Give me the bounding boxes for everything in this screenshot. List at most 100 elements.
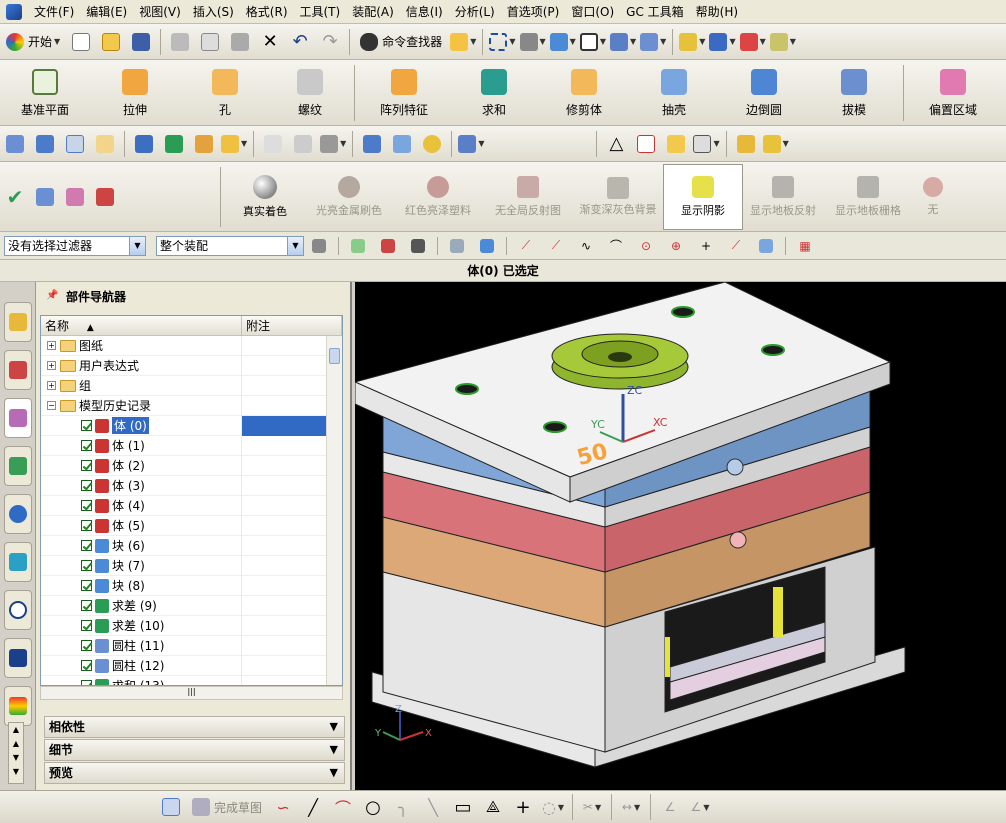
menu-file[interactable]: 文件(F) bbox=[28, 1, 80, 23]
visibility-checkbox[interactable] bbox=[81, 600, 92, 611]
assembly-tool-5[interactable] bbox=[131, 130, 157, 158]
cut-button[interactable] bbox=[167, 28, 193, 56]
studio-spline-button[interactable]: ◌ ▼ bbox=[540, 793, 566, 821]
assembly-tool-7[interactable] bbox=[191, 130, 217, 158]
panel-scroll-buttons[interactable]: ▲ ▲ ▼ ▼ bbox=[8, 722, 24, 784]
web-browser-tab[interactable] bbox=[4, 542, 32, 582]
history-row[interactable]: 块 (6) bbox=[41, 535, 342, 556]
snap-center[interactable]: ⊙ bbox=[633, 232, 659, 260]
circle-button[interactable]: ○ bbox=[360, 793, 386, 821]
assembly-tool-4[interactable] bbox=[92, 130, 118, 158]
menu-assembly[interactable]: 装配(A) bbox=[346, 1, 400, 23]
mold-tool-2[interactable]: ▼ bbox=[762, 130, 789, 158]
render-none[interactable]: 无 bbox=[913, 164, 953, 230]
analysis-button[interactable]: ▼ bbox=[679, 28, 705, 56]
auto-constraint-button[interactable]: ∠ ▼ bbox=[687, 793, 713, 821]
sketch-button[interactable] bbox=[158, 793, 184, 821]
filter-tool-4[interactable] bbox=[405, 232, 431, 260]
wcs-button[interactable]: ▼ bbox=[640, 28, 666, 56]
line-button[interactable]: ╱ bbox=[300, 793, 326, 821]
menu-format[interactable]: 格式(R) bbox=[240, 1, 294, 23]
visibility-checkbox[interactable] bbox=[81, 540, 92, 551]
profile-button[interactable]: ∽ bbox=[270, 793, 296, 821]
check-tool-button[interactable]: ✔ bbox=[2, 183, 28, 211]
chamfer-button[interactable]: ╲ bbox=[420, 793, 446, 821]
history-row[interactable]: 求差 (9) bbox=[41, 595, 342, 616]
scroll-thumb[interactable] bbox=[329, 348, 340, 364]
command-finder-button[interactable]: 命令查找器 bbox=[356, 28, 446, 56]
filter-tool-2[interactable] bbox=[345, 232, 371, 260]
unite-button[interactable]: 求和 bbox=[449, 62, 539, 124]
system-materials-tab[interactable] bbox=[4, 638, 32, 678]
background-button[interactable]: ▼ bbox=[579, 28, 606, 56]
menu-window[interactable]: 窗口(O) bbox=[565, 1, 620, 23]
graphics-window[interactable]: 50 ZC XC YC Z X Y bbox=[355, 282, 1006, 790]
menu-edit[interactable]: 编辑(E) bbox=[80, 1, 133, 23]
fit-view-button[interactable]: ▼ bbox=[489, 28, 516, 56]
assembly-tool-13[interactable] bbox=[389, 130, 415, 158]
preview-panel[interactable]: 预览 ▼ bbox=[44, 762, 345, 784]
thread-button[interactable]: 螺纹 bbox=[270, 62, 350, 124]
menu-info[interactable]: 信息(I) bbox=[400, 1, 449, 23]
filter-tool-3[interactable] bbox=[375, 232, 401, 260]
menu-help[interactable]: 帮助(H) bbox=[690, 1, 744, 23]
visibility-checkbox[interactable] bbox=[81, 580, 92, 591]
assembly-tool-2[interactable] bbox=[32, 130, 58, 158]
selection-tool-button[interactable]: ▼ bbox=[450, 28, 476, 56]
filter-tool-6[interactable] bbox=[474, 232, 500, 260]
render-true-shading[interactable]: 真实着色 bbox=[225, 164, 305, 230]
delete-button[interactable]: ✕ bbox=[257, 28, 283, 56]
menu-insert[interactable]: 插入(S) bbox=[187, 1, 240, 23]
constraint-button[interactable]: ∠ bbox=[657, 793, 683, 821]
history-row[interactable]: 体 (1) bbox=[41, 435, 342, 456]
assembly-tool-3[interactable] bbox=[62, 130, 88, 158]
copy-button[interactable] bbox=[197, 28, 223, 56]
menu-view[interactable]: 视图(V) bbox=[133, 1, 187, 23]
mold-tool-1[interactable] bbox=[733, 130, 759, 158]
menu-preferences[interactable]: 首选项(P) bbox=[501, 1, 566, 23]
visibility-checkbox[interactable] bbox=[81, 520, 92, 531]
expand-toggle-icon[interactable]: − bbox=[47, 401, 56, 410]
expand-toggle-icon[interactable]: + bbox=[47, 381, 56, 390]
history-row[interactable]: 块 (8) bbox=[41, 575, 342, 596]
history-row[interactable]: 体 (5) bbox=[41, 515, 342, 536]
tree-folder-row[interactable]: + 组 bbox=[41, 375, 342, 396]
tree-vertical-scrollbar[interactable] bbox=[326, 336, 342, 685]
datum-plane-button[interactable]: 基准平面 bbox=[0, 62, 90, 124]
visibility-checkbox[interactable] bbox=[81, 640, 92, 651]
list-tool-button[interactable] bbox=[62, 183, 88, 211]
render-red-plastic[interactable]: 红色亮泽塑料 bbox=[393, 164, 483, 230]
dependencies-panel[interactable]: 相依性 ▼ bbox=[44, 716, 345, 738]
orient-tool-button[interactable] bbox=[92, 183, 118, 211]
extrude-button[interactable]: 拉伸 bbox=[90, 62, 180, 124]
trim-body-button[interactable]: 修剪体 bbox=[539, 62, 629, 124]
visibility-checkbox[interactable] bbox=[81, 620, 92, 631]
filter-tool-5[interactable] bbox=[444, 232, 470, 260]
visibility-checkbox[interactable] bbox=[81, 460, 92, 471]
tree-horizontal-scrollbar[interactable]: ||| bbox=[40, 686, 343, 700]
note-tool-button[interactable] bbox=[663, 130, 689, 158]
snap-tangent[interactable]: ⟋ bbox=[723, 232, 749, 260]
hole-button[interactable]: 孔 bbox=[180, 62, 270, 124]
assembly-tool-1[interactable] bbox=[2, 130, 28, 158]
assembly-navigator-tab[interactable] bbox=[4, 302, 32, 342]
assembly-tool-14[interactable] bbox=[419, 130, 445, 158]
reuse-library-tab[interactable] bbox=[4, 446, 32, 486]
snap-face[interactable] bbox=[753, 232, 779, 260]
assembly-tool-9[interactable] bbox=[260, 130, 286, 158]
render-floor-grid[interactable]: 显示地板栅格 bbox=[823, 164, 913, 230]
render-gradient-bg[interactable]: 渐变深灰色背景 bbox=[573, 164, 663, 230]
part-navigator-tab[interactable] bbox=[4, 398, 32, 438]
save-button[interactable] bbox=[128, 28, 154, 56]
tree-folder-row[interactable]: + 图纸 bbox=[41, 335, 342, 356]
fillet-button[interactable]: ╮ bbox=[390, 793, 416, 821]
menu-tools[interactable]: 工具(T) bbox=[294, 1, 347, 23]
menu-analysis[interactable]: 分析(L) bbox=[449, 1, 501, 23]
visibility-checkbox[interactable] bbox=[81, 660, 92, 671]
section-view-button[interactable]: ▼ bbox=[609, 28, 636, 56]
render-style-button[interactable]: ▼ bbox=[549, 28, 576, 56]
visibility-checkbox[interactable] bbox=[81, 420, 92, 431]
render-show-shadow[interactable]: 显示阴影 bbox=[663, 163, 743, 230]
history-tab[interactable] bbox=[4, 590, 32, 630]
snap-curve[interactable]: ∿ bbox=[573, 232, 599, 260]
